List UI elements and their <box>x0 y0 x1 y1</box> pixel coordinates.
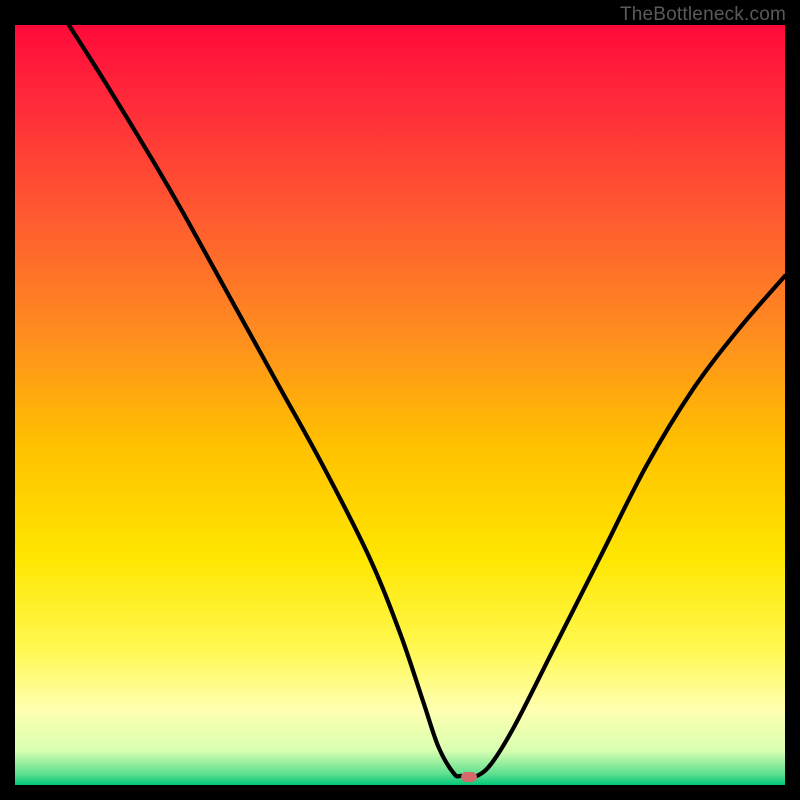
watermark-text: TheBottleneck.com <box>620 4 786 26</box>
chart-container: TheBottleneck.com <box>0 0 800 800</box>
curve-layer <box>15 25 785 785</box>
bottleneck-curve <box>69 25 785 777</box>
plot-area <box>15 25 785 785</box>
optimal-point-marker <box>461 772 477 782</box>
